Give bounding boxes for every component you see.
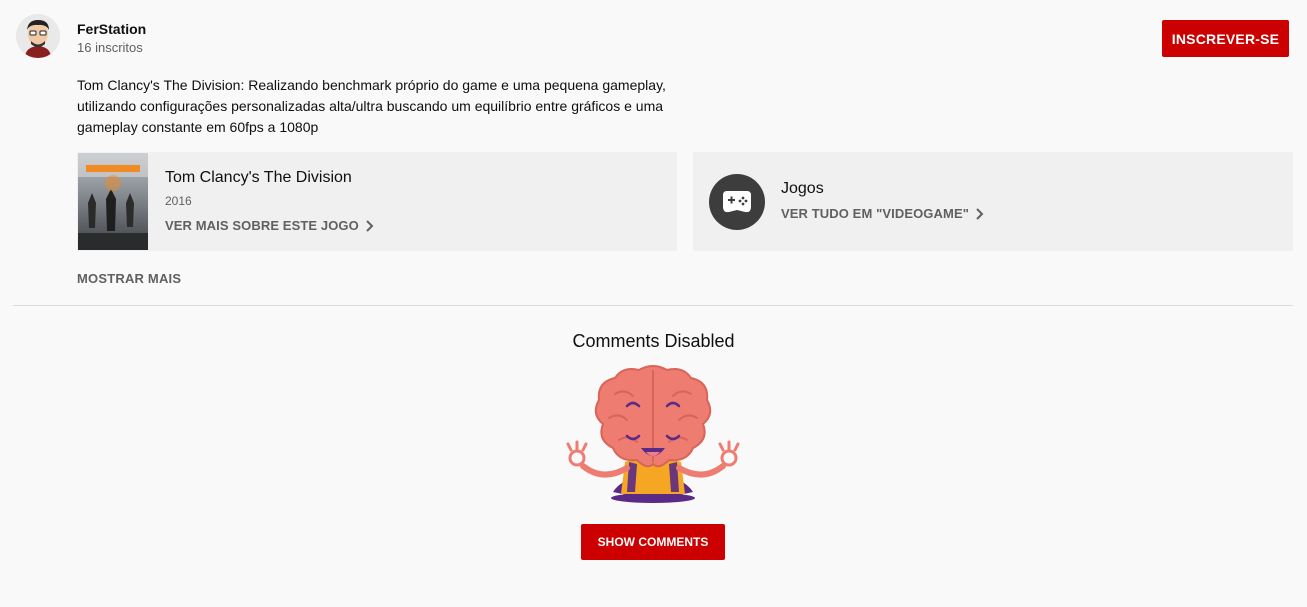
game-title[interactable]: Tom Clancy's The Division bbox=[165, 169, 352, 187]
category-card[interactable]: Jogos VER TUDO EM "VIDEOGAME" bbox=[693, 152, 1293, 251]
game-more-label: VER MAIS SOBRE ESTE JOGO bbox=[165, 218, 359, 233]
game-year: 2016 bbox=[165, 194, 192, 208]
divider bbox=[13, 305, 1293, 306]
channel-avatar[interactable] bbox=[16, 14, 60, 58]
channel-name[interactable]: FerStation bbox=[77, 21, 146, 37]
category-more-label: VER TUDO EM "VIDEOGAME" bbox=[781, 206, 969, 221]
show-more-button[interactable]: MOSTRAR MAIS bbox=[77, 271, 181, 286]
category-more-link[interactable]: VER TUDO EM "VIDEOGAME" bbox=[781, 206, 985, 221]
gamepad-icon bbox=[709, 174, 765, 230]
subscribe-button[interactable]: INSCREVER-SE bbox=[1162, 20, 1289, 57]
chevron-right-icon bbox=[366, 219, 374, 232]
subscriber-count: 16 inscritos bbox=[77, 40, 143, 55]
comments-disabled-title: Comments Disabled bbox=[572, 331, 735, 351]
video-description: Tom Clancy's The Division: Realizando be… bbox=[77, 77, 666, 135]
game-card[interactable]: Tom Clancy's The Division 2016 VER MAIS … bbox=[77, 152, 677, 251]
category-title[interactable]: Jogos bbox=[781, 180, 824, 198]
chevron-right-icon bbox=[976, 207, 984, 220]
brain-mascot-illustration bbox=[563, 364, 743, 516]
show-comments-button[interactable]: SHOW COMMENTS bbox=[581, 524, 725, 560]
game-more-link[interactable]: VER MAIS SOBRE ESTE JOGO bbox=[165, 218, 375, 233]
game-thumbnail[interactable] bbox=[78, 153, 148, 250]
